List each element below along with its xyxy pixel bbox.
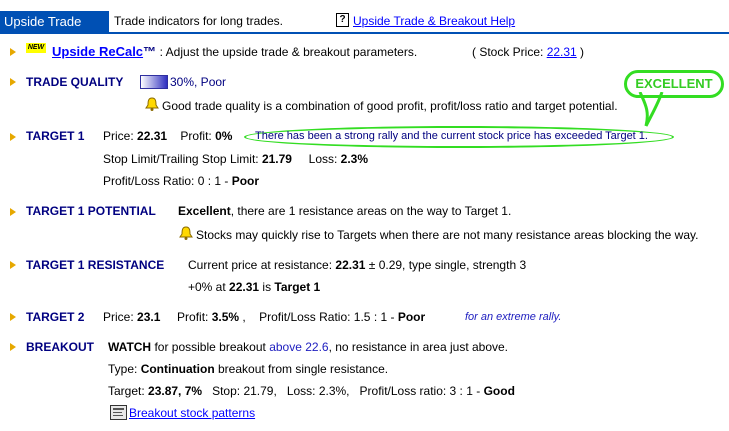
breakout-patterns-link[interactable]: Breakout stock patterns xyxy=(129,406,255,420)
bullet-arrow-icon xyxy=(10,261,16,269)
breakout-target-line: Target: 23.87, 7% Stop: 21.79, Loss: 2.3… xyxy=(108,384,515,398)
bullet-arrow-icon xyxy=(10,343,16,351)
breakout-above: above 22.6 xyxy=(269,340,329,354)
breakout-watch: WATCH xyxy=(108,340,152,354)
resistance-line2-mid: is xyxy=(259,280,275,294)
target2-line: Price: 23.1 Profit: 3.5% , Profit/Loss R… xyxy=(103,310,425,324)
resistance-line1-suffix: ± 0.29, type single, strength 3 xyxy=(365,258,527,272)
trademark: ™ xyxy=(143,44,157,59)
resistance-line2-target: Target 1 xyxy=(274,280,321,294)
target1-stop-label: Stop Limit/Trailing Stop Limit: xyxy=(103,152,262,166)
bullet-arrow-icon xyxy=(10,48,16,56)
target1-title: TARGET 1 xyxy=(26,129,85,143)
target1-ratio-rating: Poor xyxy=(231,174,260,188)
target1-price: 22.31 xyxy=(137,129,168,143)
target1-loss: 2.3% xyxy=(340,152,369,166)
target1-ratio-label: Profit/Loss Ratio: 0 : 1 - xyxy=(103,174,232,188)
breakout-type-label: Type: xyxy=(108,362,141,376)
target2-price-label: Price: xyxy=(103,310,138,324)
target1-stop-line: Stop Limit/Trailing Stop Limit: 21.79 Lo… xyxy=(103,152,368,166)
target1-potential-text: , there are 1 resistance areas on the wa… xyxy=(230,204,512,218)
target1-potential-title: TARGET 1 POTENTIAL xyxy=(26,204,156,218)
target1-ratio-line: Profit/Loss Ratio: 0 : 1 - Poor xyxy=(103,174,259,188)
target2-ratio-rating: Poor xyxy=(397,310,426,324)
resistance-line2-prefix: +0% at xyxy=(188,280,230,294)
target1-potential-rating: Excellent xyxy=(178,204,231,218)
target2-ratio-label: , Profit/Loss Ratio: 1.5 : 1 - xyxy=(239,310,398,324)
breakout-watch-text: for possible breakout xyxy=(151,340,270,354)
stock-price-line: ( Stock Price: 22.31 ) xyxy=(472,45,584,59)
target2-profit: 3.5% xyxy=(211,310,240,324)
trade-quality-bar xyxy=(140,75,168,89)
breakout-rating: Good xyxy=(483,384,515,398)
target1-profit: 0% xyxy=(215,129,233,143)
recalc-description: : Adjust the upside trade & breakout par… xyxy=(159,45,418,59)
target1-loss-label: Loss: xyxy=(308,152,341,166)
tab-upside-trade[interactable]: Upside Trade xyxy=(0,11,109,32)
target2-note: for an extreme rally. xyxy=(465,311,562,323)
help-link[interactable]: Upside Trade & Breakout Help xyxy=(353,14,515,28)
bullet-arrow-icon xyxy=(10,133,16,141)
bullet-arrow-icon xyxy=(10,208,16,216)
target1-price-line: Price: 22.31 Profit: 0% xyxy=(103,129,232,143)
target1-profit-label: Profit: xyxy=(180,129,216,143)
breakout-stop-text: Stop: 21.79, Loss: 2.3%, Profit/Loss rat… xyxy=(212,384,484,398)
trade-quality-title: TRADE QUALITY xyxy=(26,75,124,89)
breakout-target-value: 23.87, 7% xyxy=(148,384,203,398)
stock-price-suffix: ) xyxy=(576,45,585,59)
target1-stop: 21.79 xyxy=(261,152,292,166)
breakout-type-rest: breakout from single resistance. xyxy=(214,362,389,376)
target2-profit-label: Profit: xyxy=(177,310,212,324)
bullet-arrow-icon xyxy=(10,78,16,86)
target2-title: TARGET 2 xyxy=(26,310,85,324)
breakout-watch-line: WATCH for possible breakout above 22.6, … xyxy=(108,340,508,354)
help-icon[interactable]: ? xyxy=(336,13,349,27)
trade-quality-value: 30%, Poor xyxy=(170,75,227,89)
target1-resistance-title: TARGET 1 RESISTANCE xyxy=(26,258,165,272)
resistance-line1-prefix: Current price at resistance: xyxy=(188,258,336,272)
stock-price-link[interactable]: 22.31 xyxy=(547,45,577,59)
target1-potential-note: Stocks may quickly rise to Targets when … xyxy=(196,228,699,242)
bell-icon xyxy=(179,226,193,240)
document-icon xyxy=(110,405,127,420)
target1-resistance-line2: +0% at 22.31 is Target 1 xyxy=(188,280,320,294)
target1-potential-line: Excellent, there are 1 resistance areas … xyxy=(178,204,511,218)
target1-resistance-line1: Current price at resistance: 22.31 ± 0.2… xyxy=(188,258,526,272)
bullet-arrow-icon xyxy=(10,313,16,321)
target1-price-label: Price: xyxy=(103,129,138,143)
breakout-type-value: Continuation xyxy=(140,362,215,376)
breakout-target-label: Target: xyxy=(108,384,149,398)
trade-quality-note: Good trade quality is a combination of g… xyxy=(162,99,618,113)
tab-underline xyxy=(0,32,729,34)
breakout-type-line: Type: Continuation breakout from single … xyxy=(108,362,388,376)
breakout-rest: , no resistance in area just above. xyxy=(328,340,509,354)
stock-price-prefix: ( Stock Price: xyxy=(472,45,547,59)
annotation-pointer xyxy=(638,92,664,127)
target1-note: There has been a strong rally and the cu… xyxy=(255,130,648,142)
bell-icon xyxy=(145,97,159,111)
upside-recalc-link[interactable]: Upside ReCalc xyxy=(52,44,143,59)
target2-price: 23.1 xyxy=(137,310,161,324)
header-description: Trade indicators for long trades. xyxy=(114,14,283,28)
new-badge: NEW xyxy=(26,43,46,53)
breakout-title: BREAKOUT xyxy=(26,340,94,354)
recalc-row: Upside ReCalc™ : Adjust the upside trade… xyxy=(52,44,417,59)
resistance-line2-price: 22.31 xyxy=(229,280,260,294)
resistance-price: 22.31 xyxy=(335,258,366,272)
